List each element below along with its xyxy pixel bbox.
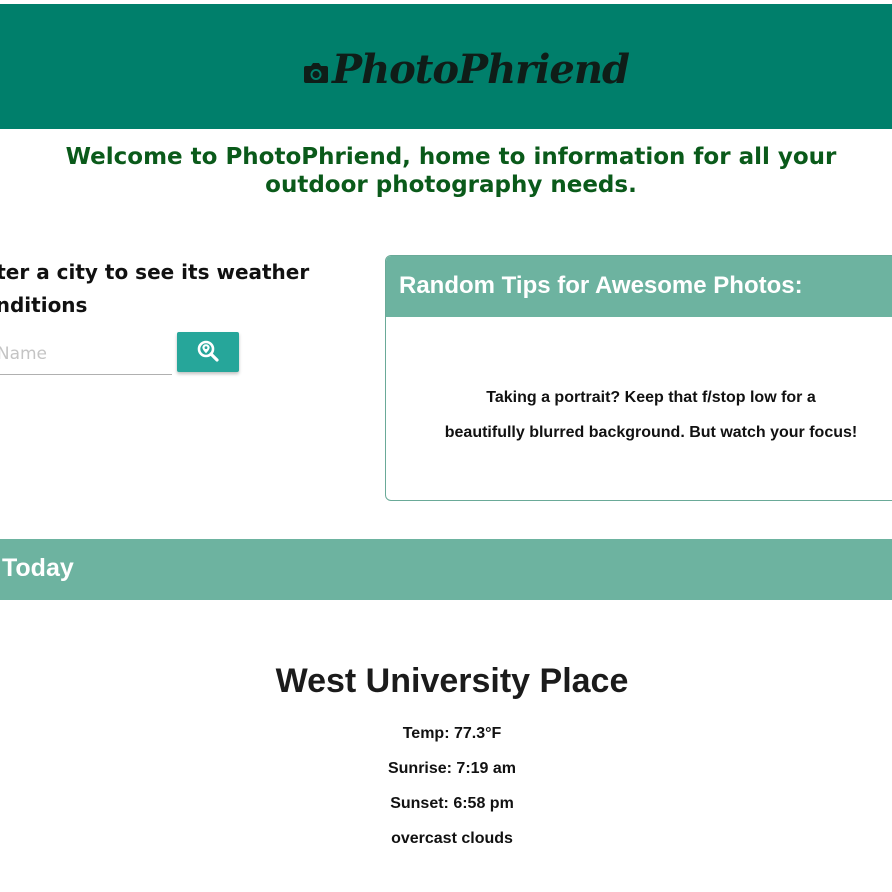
city-prompt-line-2: onditions	[0, 293, 88, 317]
city-prompt-line-1: nter a city to see its weather	[0, 260, 310, 284]
today-section-header: Today	[0, 539, 892, 600]
page: PhotoPhriend Welcome to PhotoPhriend, ho…	[0, 0, 892, 892]
weather-temp: Temp: 77.3°F	[402, 725, 502, 742]
tips-title: Random Tips for Awesome Photos:	[399, 272, 803, 299]
brand-logo[interactable]: PhotoPhriend	[304, 44, 630, 96]
tips-card-header: Random Tips for Awesome Photos:	[386, 256, 892, 317]
brand-name: PhotoPhriend	[332, 46, 630, 93]
weather-sunrise: Sunrise: 7:19 am	[387, 760, 517, 777]
site-header: PhotoPhriend	[0, 4, 892, 129]
tip-line-2: beautifully blurred background. But watc…	[444, 424, 858, 441]
tip-line-1: Taking a portrait? Keep that f/stop low …	[486, 389, 816, 406]
tips-card: Random Tips for Awesome Photos: Taking a…	[385, 255, 892, 501]
camera-icon	[304, 63, 328, 83]
weather-description: overcast clouds	[391, 830, 513, 847]
weather-sunset: Sunset: 6:58 pm	[390, 795, 514, 812]
search-button[interactable]	[177, 332, 239, 372]
search-location-icon	[197, 340, 219, 365]
today-title: Today	[2, 554, 74, 582]
tip-text: Taking a portrait? Keep that f/stop low …	[436, 380, 866, 450]
weather-summary: West University Place Temp: 77.3°F Sunri…	[0, 655, 892, 856]
weather-city-name: West University Place	[275, 662, 629, 700]
city-search-prompt: nter a city to see its weather onditions	[0, 256, 312, 322]
welcome-message: Welcome to PhotoPhriend, home to informa…	[65, 144, 837, 198]
city-name-input[interactable]	[0, 334, 172, 375]
